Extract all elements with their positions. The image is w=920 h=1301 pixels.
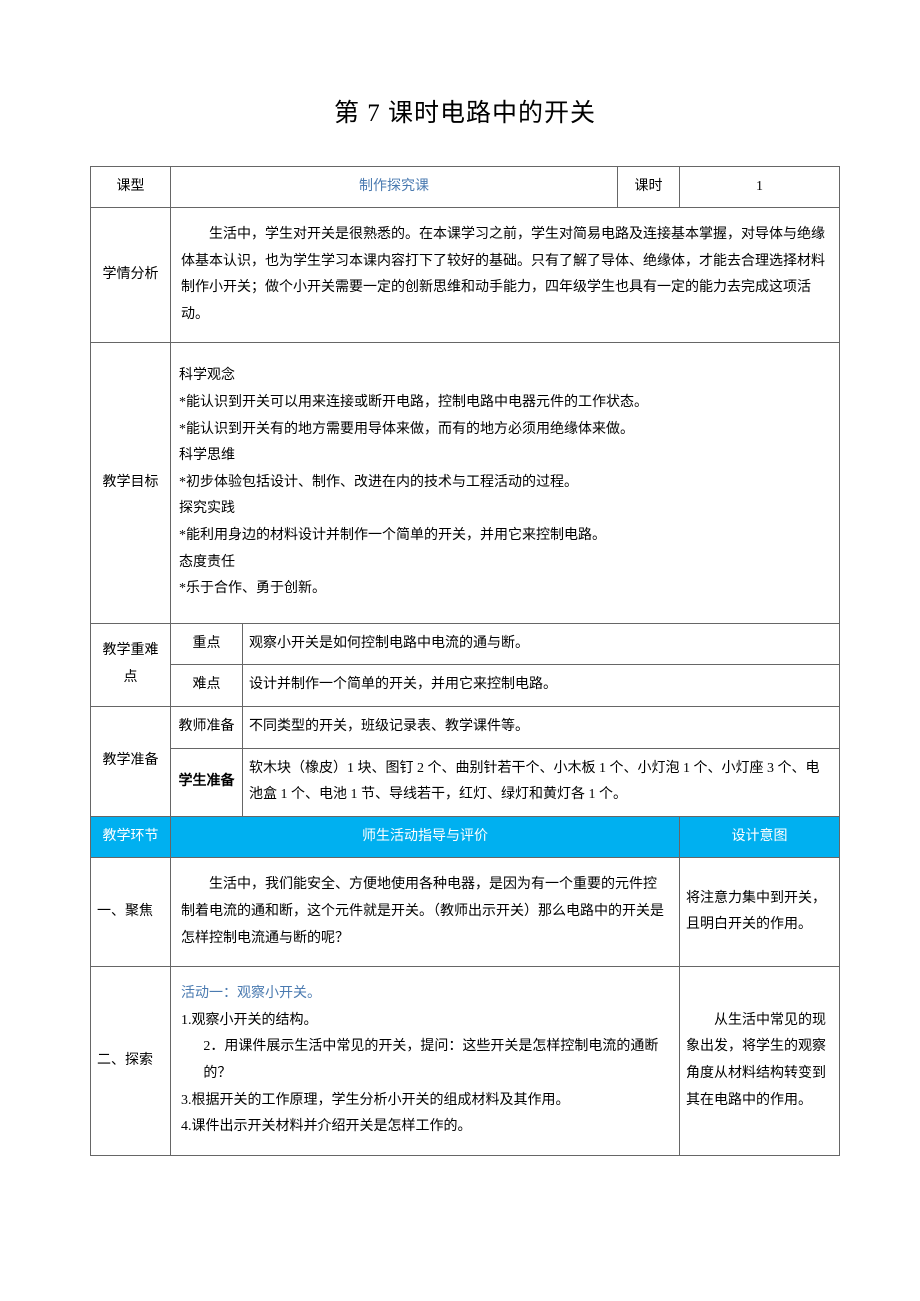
label-student-prep: 学生准备 [171,748,243,816]
lesson-plan-table: 课型 制作探究课 课时 1 学情分析 生活中，学生对开关是很熟悉的。在本课学习之… [90,166,840,1156]
hdr-activity: 师生活动指导与评价 [171,816,680,858]
goals-h4: 态度责任 [179,550,831,577]
goals-g4: *能利用身边的材料设计并制作一个简单的开关，并用它来控制电路。 [179,523,831,550]
intent-explore: 从生活中常见的现象出发，将学生的观察角度从材料结构转变到其在电路中的作用。 [680,967,840,1156]
label-goals: 教学目标 [91,343,171,623]
row-course-type: 课型 制作探究课 课时 1 [91,166,840,208]
explore-l1: 1.观察小开关的结构。 [181,1008,669,1035]
text-teacher-prep: 不同类型的开关，班级记录表、教学课件等。 [243,707,840,749]
label-explore: 二、探索 [91,967,171,1156]
explore-l2: 2．用课件展示生活中常见的开关，提问：这些开关是怎样控制电流的通断的？ [181,1034,669,1087]
row-goals: 教学目标 科学观念 *能认识到开关可以用来连接或断开电路，控制电路中电器元件的工… [91,343,840,623]
goals-g3: *初步体验包括设计、制作、改进在内的技术与工程活动的过程。 [179,470,831,497]
text-zhongdian: 观察小开关是如何控制电路中电流的通与断。 [243,623,840,665]
hdr-stage: 教学环节 [91,816,171,858]
row-analysis: 学情分析 生活中，学生对开关是很熟悉的。在本课学习之前，学生对简易电路及连接基本… [91,208,840,343]
explore-l4: 4.课件出示开关材料并介绍开关是怎样工作的。 [181,1114,669,1141]
goals-g2: *能认识到开关有的地方需要用导体来做，而有的地方必须用绝缘体来做。 [179,417,831,444]
goals-h2: 科学思维 [179,443,831,470]
focus-content: 生活中，我们能安全、方便地使用各种电器，是因为有一个重要的元件控制着电流的通和断… [181,872,669,952]
row-prep-2: 学生准备 软木块（橡皮）1 块、图钉 2 个、曲别针若干个、小木板 1 个、小灯… [91,748,840,816]
goals-content: 科学观念 *能认识到开关可以用来连接或断开电路，控制电路中电器元件的工作状态。 … [171,343,840,623]
row-keypoint-1: 教学重难点 重点 观察小开关是如何控制电路中电流的通与断。 [91,623,840,665]
text-nandian: 设计并制作一个简单的开关，并用它来控制电路。 [243,665,840,707]
goals-h3: 探究实践 [179,496,831,523]
value-period: 1 [680,166,840,208]
label-analysis: 学情分析 [91,208,171,343]
row-keypoint-2: 难点 设计并制作一个简单的开关，并用它来控制电路。 [91,665,840,707]
value-course-type: 制作探究课 [171,166,618,208]
label-nandian: 难点 [171,665,243,707]
explore-l2-num: 2 [181,1039,210,1054]
explore-l3: 3.根据开关的工作原理，学生分析小开关的组成材料及其作用。 [181,1088,669,1115]
label-zhongdian: 重点 [171,623,243,665]
text-focus: 生活中，我们能安全、方便地使用各种电器，是因为有一个重要的元件控制着电流的通和断… [171,858,680,967]
row-explore: 二、探索 活动一：观察小开关。 1.观察小开关的结构。 2．用课件展示生活中常见… [91,967,840,1156]
intent-explore-content: 从生活中常见的现象出发，将学生的观察角度从材料结构转变到其在电路中的作用。 [686,1008,833,1114]
row-focus: 一、聚焦 生活中，我们能安全、方便地使用各种电器，是因为有一个重要的元件控制着电… [91,858,840,967]
label-teacher-prep: 教师准备 [171,707,243,749]
label-prep: 教学准备 [91,707,171,817]
page-title: 第 7 课时电路中的开关 [90,90,840,138]
analysis-content: 生活中，学生对开关是很熟悉的。在本课学习之前，学生对简易电路及连接基本掌握，对导… [181,222,829,328]
goals-g5: *乐于合作、勇于创新。 [179,576,831,603]
label-focus: 一、聚焦 [91,858,171,967]
text-analysis: 生活中，学生对开关是很熟悉的。在本课学习之前，学生对简易电路及连接基本掌握，对导… [171,208,840,343]
activity-title: 活动一：观察小开关。 [181,981,669,1008]
explore-l2-text: ．用课件展示生活中常见的开关，提问：这些开关是怎样控制电流的通断的？ [203,1039,658,1081]
label-course-type: 课型 [91,166,171,208]
label-period: 课时 [618,166,680,208]
goals-g1: *能认识到开关可以用来连接或断开电路，控制电路中电器元件的工作状态。 [179,390,831,417]
text-explore: 活动一：观察小开关。 1.观察小开关的结构。 2．用课件展示生活中常见的开关，提… [171,967,680,1156]
row-prep-1: 教学准备 教师准备 不同类型的开关，班级记录表、教学课件等。 [91,707,840,749]
row-section-header: 教学环节 师生活动指导与评价 设计意图 [91,816,840,858]
label-keypoints: 教学重难点 [91,623,171,706]
hdr-intent: 设计意图 [680,816,840,858]
goals-h1: 科学观念 [179,363,831,390]
intent-focus: 将注意力集中到开关，且明白开关的作用。 [680,858,840,967]
text-student-prep: 软木块（橡皮）1 块、图钉 2 个、曲别针若干个、小木板 1 个、小灯泡 1 个… [243,748,840,816]
